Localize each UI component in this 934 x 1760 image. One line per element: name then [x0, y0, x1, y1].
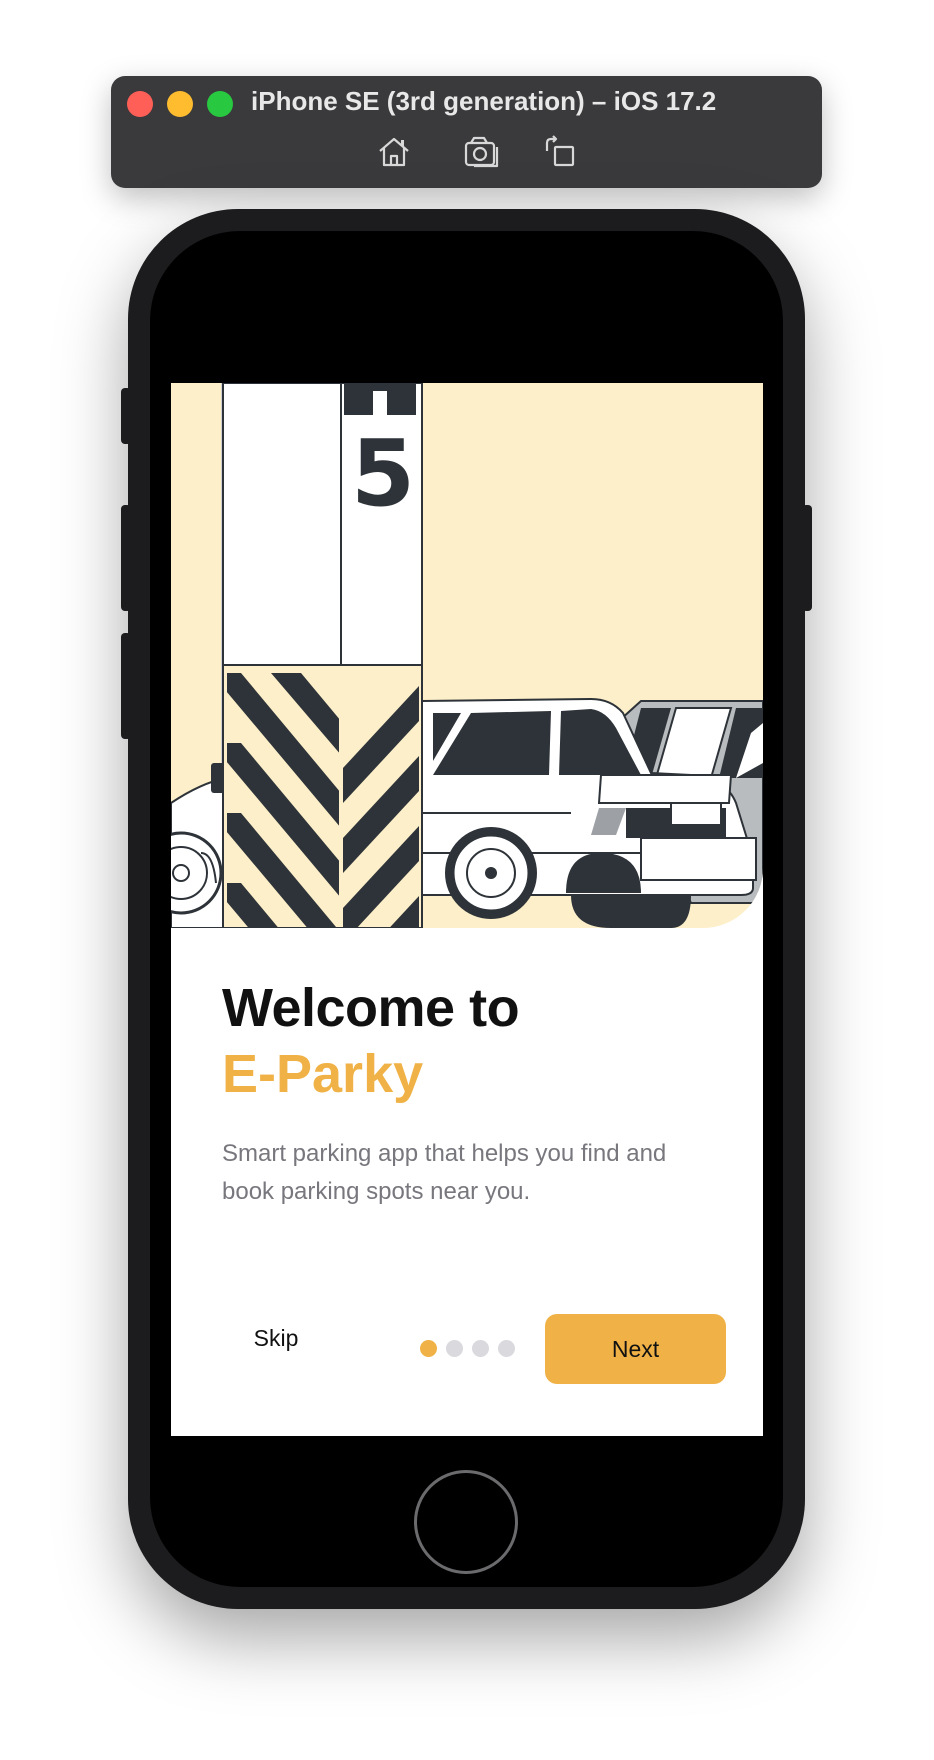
volume-down-button	[121, 633, 131, 739]
skip-button[interactable]: Skip	[231, 1313, 321, 1363]
zoom-window-button[interactable]	[207, 91, 233, 117]
next-button[interactable]: Next	[545, 1314, 726, 1384]
welcome-heading: Welcome to	[222, 978, 520, 1038]
page-dot-2[interactable]	[446, 1340, 463, 1357]
left-car-graphic	[171, 763, 227, 928]
parking-pillar: 5	[222, 383, 423, 928]
screenshot-icon[interactable]	[463, 133, 501, 171]
home-button[interactable]	[414, 1470, 518, 1574]
simulator-title: iPhone SE (3rd generation) – iOS 17.2	[251, 86, 717, 116]
page-dot-1[interactable]	[420, 1340, 437, 1357]
close-window-button[interactable]	[127, 91, 153, 117]
silent-switch	[121, 388, 131, 444]
onboarding-description: Smart parking app that helps you find an…	[222, 1140, 667, 1205]
parking-illustration: 5	[171, 383, 763, 928]
simulator-title-bar: iPhone SE (3rd generation) – iOS 17.2	[111, 76, 822, 188]
parking-garage-illustration: 5	[171, 383, 763, 928]
pillar-number: 5	[351, 420, 415, 527]
minimize-window-button[interactable]	[167, 91, 193, 117]
brand-name: E-Parky	[222, 1044, 424, 1104]
home-icon[interactable]	[375, 133, 413, 171]
page-dot-4[interactable]	[498, 1340, 515, 1357]
page-indicator	[420, 1340, 515, 1357]
app-screen: 5 Welcome to E-Parky Smart parking app t…	[171, 383, 763, 1436]
page-dot-3[interactable]	[472, 1340, 489, 1357]
power-button	[802, 505, 812, 611]
rotate-icon[interactable]	[541, 133, 579, 171]
volume-up-button	[121, 505, 131, 611]
